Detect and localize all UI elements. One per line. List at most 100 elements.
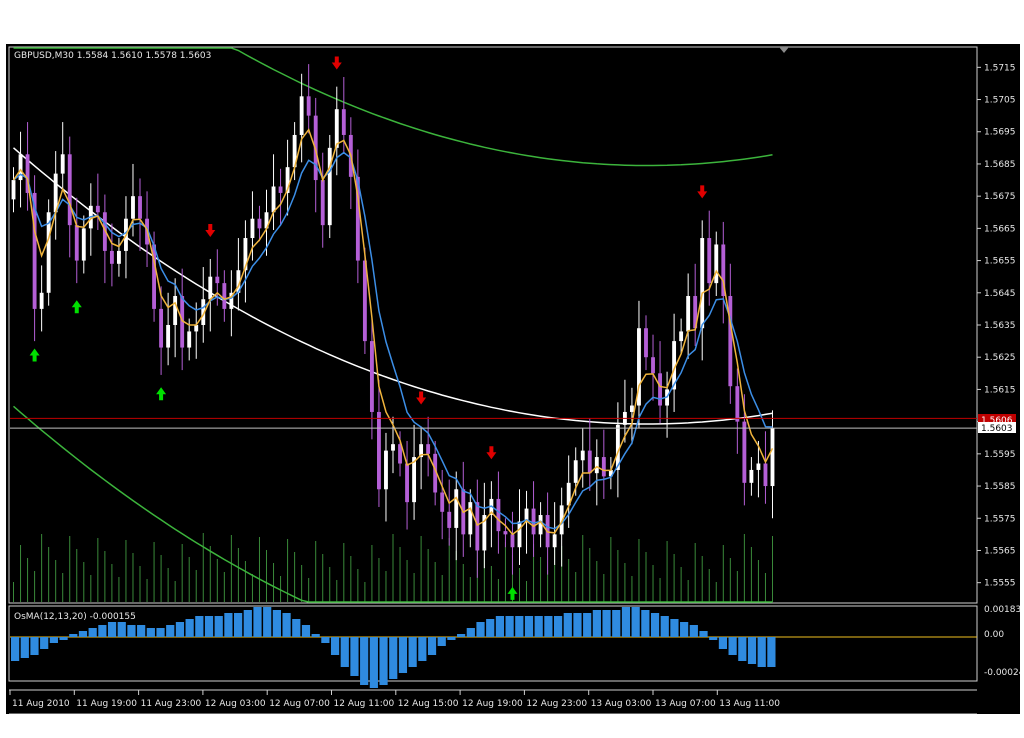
candle-body — [496, 498, 501, 532]
price-tick-label: 1.5575 — [984, 514, 1016, 524]
chart-background — [6, 44, 1020, 714]
osma-bar — [20, 637, 29, 658]
osma-bar — [88, 628, 97, 637]
osma-bar — [427, 637, 437, 655]
osma-bar — [767, 637, 776, 667]
osma-bar — [146, 628, 155, 637]
osma-bar — [78, 631, 88, 637]
price-chart[interactable]: 1.5715 1.5705 1.5695 1.5685 1.5675 1.5665 1.56… — [6, 44, 1024, 715]
osma-bar — [292, 619, 301, 637]
candle-body — [299, 96, 304, 135]
osma-bar — [234, 613, 243, 637]
osma-bar — [408, 637, 417, 667]
osma-bar — [515, 616, 524, 637]
candle-body — [700, 238, 705, 329]
candle-body — [159, 308, 164, 348]
time-tick-label: 12 Aug 15:00 — [398, 699, 459, 709]
price-tick-label: 1.5685 — [984, 160, 1016, 170]
osma-bar — [30, 637, 39, 655]
osma-bar — [563, 613, 572, 637]
candle-body — [208, 276, 213, 300]
candle-body — [412, 457, 417, 503]
price-tick-label: 1.5705 — [984, 96, 1016, 106]
price-tick-label: 1.5585 — [984, 482, 1016, 492]
time-tick-label: 12 Aug 03:00 — [205, 699, 266, 709]
candle-body — [552, 534, 557, 548]
osma-bar — [301, 625, 311, 637]
osma-bar — [272, 610, 281, 637]
price-tick-label: 1.5615 — [984, 385, 1016, 395]
candle-body — [763, 463, 768, 487]
candle-body — [222, 283, 227, 309]
candle-body — [447, 511, 452, 528]
candle-body — [384, 450, 388, 490]
price-tick-label: 1.5715 — [984, 63, 1016, 73]
candle-body — [728, 296, 733, 387]
candle-body — [166, 325, 171, 348]
chart-area[interactable]: 1.5715 1.5705 1.5695 1.5685 1.5675 1.5665 1.56… — [6, 44, 1024, 715]
osma-bar — [660, 616, 669, 637]
candle-body — [686, 296, 691, 332]
candle-body — [742, 421, 747, 483]
osma-bar — [631, 607, 640, 637]
candle-body — [74, 225, 79, 261]
osma-bar — [553, 616, 563, 637]
candle-body — [644, 328, 648, 358]
osma-bar — [689, 625, 698, 637]
osma-bar — [670, 619, 679, 637]
osma-bar — [495, 616, 505, 637]
price-tick-label: 1.5645 — [984, 289, 1016, 299]
candle-body — [426, 444, 431, 454]
time-tick-label: 12 Aug 23:00 — [526, 699, 587, 709]
price-tick-label: 1.5695 — [984, 128, 1016, 138]
osma-bar — [650, 613, 660, 637]
osma-bar — [107, 622, 117, 637]
candle-body — [440, 492, 445, 512]
osma-bar — [486, 619, 495, 637]
candle-body — [138, 196, 142, 219]
time-tick-label: 12 Aug 19:00 — [462, 699, 523, 709]
osma-bar — [612, 610, 621, 637]
symbol-info: GBPUSD,M30 1.5584 1.5610 1.5578 1.5603 — [14, 51, 211, 61]
price-tick-label: 1.5665 — [984, 224, 1016, 234]
osma-bar — [583, 613, 592, 637]
candle-body — [707, 238, 712, 284]
osma-bar — [117, 622, 126, 637]
candle-body — [60, 154, 65, 174]
candle-body — [749, 469, 754, 483]
osma-bar — [340, 637, 349, 667]
candle-body — [334, 109, 339, 148]
price-tick-label: 1.5675 — [984, 192, 1016, 202]
candle-body — [250, 218, 255, 239]
price-tick-label: 1.5655 — [984, 257, 1016, 267]
candle-body — [306, 96, 311, 116]
current-price-label: 1.5603 — [981, 424, 1013, 434]
candle-body — [454, 489, 459, 528]
candle-body — [601, 457, 606, 477]
osma-bar — [621, 607, 631, 637]
osma-bar — [214, 616, 223, 637]
candle-body — [173, 296, 178, 325]
time-tick-label: 11 Aug 19:00 — [76, 699, 137, 709]
candle-body — [510, 534, 515, 548]
osma-bar — [699, 631, 708, 637]
candle-body — [594, 457, 599, 474]
osma-bar — [166, 625, 175, 637]
candle-body — [714, 244, 719, 284]
osma-bar — [330, 637, 340, 655]
osma-bar — [369, 637, 378, 688]
osma-bar — [175, 622, 185, 637]
osma-bar — [718, 637, 728, 649]
osma-bar — [709, 637, 718, 640]
osma-bar — [204, 616, 214, 637]
candle-body — [468, 502, 473, 535]
candle-body — [116, 250, 121, 264]
osma-bar — [418, 637, 427, 661]
candle-body — [517, 521, 522, 548]
osma-bar — [282, 613, 291, 637]
candle-body — [391, 444, 395, 451]
osma-bar — [544, 616, 553, 637]
osma-bar — [398, 637, 408, 673]
candle-body — [503, 531, 508, 535]
candle-body — [215, 276, 220, 284]
